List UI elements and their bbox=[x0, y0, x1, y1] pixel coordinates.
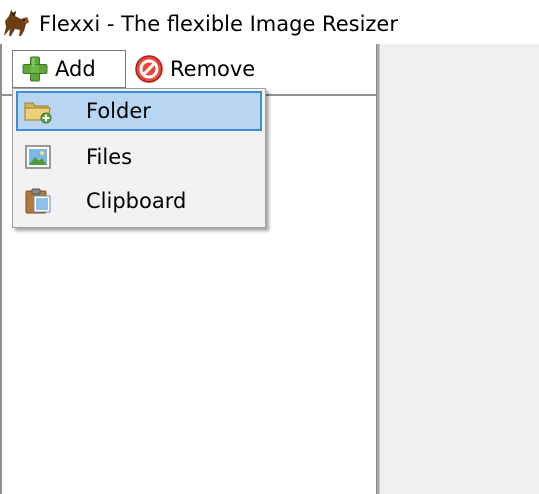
menu-item-files[interactable]: Files bbox=[16, 137, 262, 177]
preview-panel bbox=[380, 44, 539, 494]
add-dropdown-menu: Folder Files Clipboard bbox=[12, 88, 266, 228]
window-title: Flexxi - The flexible Image Resizer bbox=[39, 12, 398, 36]
remove-button-label: Remove bbox=[170, 57, 256, 81]
green-plus-icon bbox=[22, 56, 48, 82]
add-button-label: Add bbox=[55, 57, 96, 81]
clipboard-icon bbox=[25, 188, 51, 214]
menu-item-files-label: Files bbox=[86, 145, 133, 169]
menu-item-clipboard[interactable]: Clipboard bbox=[16, 181, 262, 221]
menu-item-clipboard-label: Clipboard bbox=[86, 189, 187, 213]
image-file-icon bbox=[25, 145, 51, 169]
flexxi-horse-logo-icon bbox=[4, 10, 29, 36]
add-button[interactable]: Add bbox=[12, 50, 126, 88]
red-no-entry-icon bbox=[135, 55, 163, 83]
app-window: Flexxi - The flexible Image Resizer Add … bbox=[0, 0, 539, 494]
menu-item-folder[interactable]: Folder bbox=[16, 91, 262, 131]
remove-button[interactable]: Remove bbox=[132, 50, 272, 88]
folder-add-icon bbox=[24, 102, 52, 124]
menu-item-folder-label: Folder bbox=[86, 99, 151, 123]
title-bar: Flexxi - The flexible Image Resizer bbox=[0, 0, 539, 44]
